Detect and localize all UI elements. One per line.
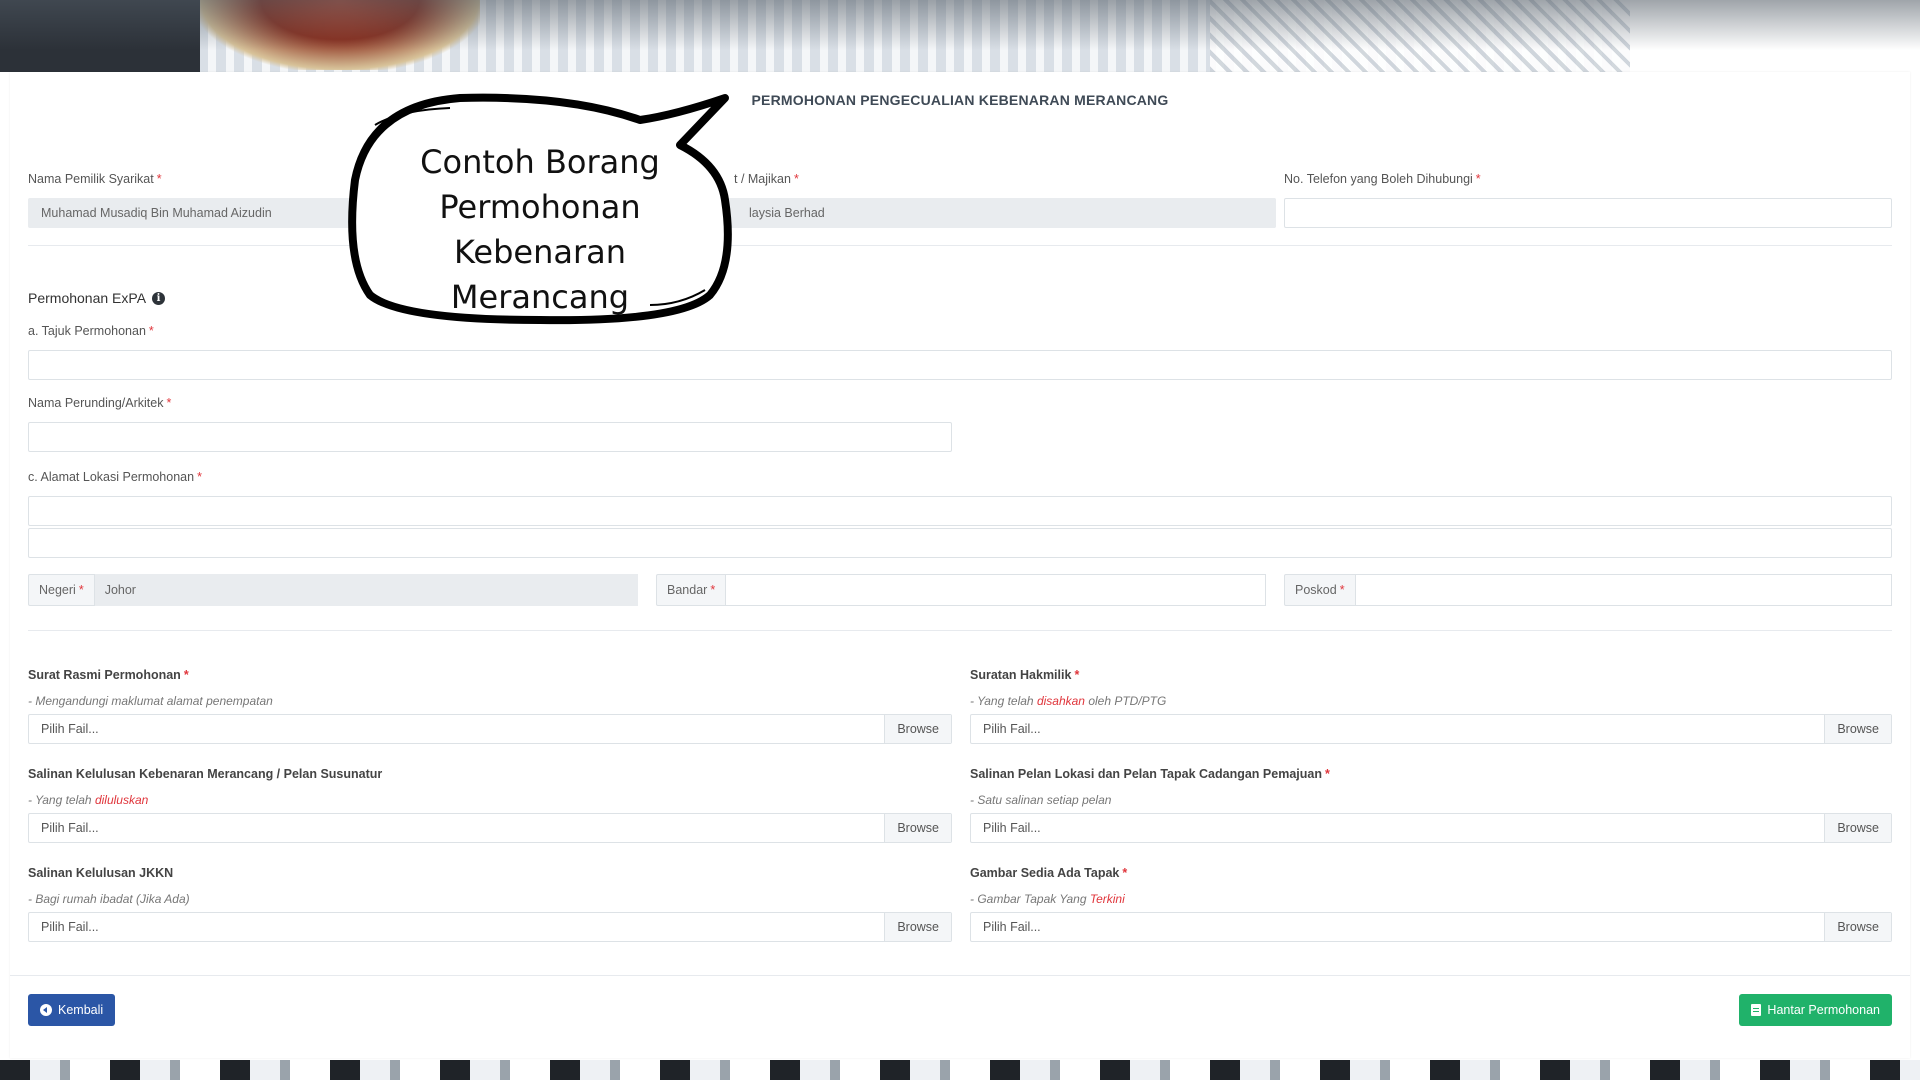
info-circle-icon[interactable]: i (152, 291, 166, 305)
state-select[interactable]: Negeri * Johor (28, 574, 638, 606)
divider (28, 630, 1892, 631)
divider (10, 975, 1910, 976)
file-placeholder: Pilih Fail... (41, 722, 99, 736)
browse-button[interactable]: Browse (1824, 715, 1891, 743)
company-field: laysia Berhad (730, 198, 1276, 228)
background-photo-bottom (0, 1060, 1920, 1080)
company-label: t / Majikan * (734, 172, 799, 186)
form-title: PERMOHONAN PENGECUALIAN KEBENARAN MERANC… (751, 92, 1169, 108)
file-placeholder: Pilih Fail... (983, 920, 1041, 934)
location-plan-file-input[interactable]: Pilih Fail... Browse (970, 813, 1892, 843)
back-button[interactable]: Kembali (28, 994, 116, 1026)
phone-input[interactable] (1284, 198, 1892, 228)
browse-button[interactable]: Browse (884, 913, 951, 941)
address-label: c. Alamat Lokasi Permohonan * (28, 470, 202, 484)
consultant-input[interactable] (28, 422, 952, 452)
state-label: Negeri * (28, 574, 95, 606)
city-group: Bandar * (656, 574, 1266, 606)
upload-hint: - Yang telah diluluskan (28, 793, 149, 807)
consultant-label: Nama Perunding/Arkitek * (28, 396, 172, 410)
address-line2-input[interactable] (28, 528, 1892, 558)
expa-heading: Permohonan ExPA i (28, 290, 166, 306)
submit-application-button[interactable]: Hantar Permohonan (1739, 994, 1892, 1026)
clipboard-check-icon (1751, 1004, 1762, 1016)
browse-button[interactable]: Browse (1824, 913, 1891, 941)
state-value: Johor (94, 574, 638, 606)
upload-hint: - Gambar Tapak Yang Terkini (970, 892, 1125, 906)
city-label: Bandar * (656, 574, 727, 606)
upload-label: Surat Rasmi Permohonan * (28, 668, 189, 682)
jkkn-approval-file-input[interactable]: Pilih Fail... Browse (28, 912, 952, 942)
owner-label: Nama Pemilik Syarikat * (28, 172, 162, 186)
file-placeholder: Pilih Fail... (983, 722, 1041, 736)
arrow-left-circle-icon (40, 1004, 52, 1016)
address-line1-input[interactable] (28, 496, 1892, 526)
application-form-card: PERMOHONAN PENGECUALIAN KEBENARAN MERANC… (10, 72, 1910, 1058)
browse-button[interactable]: Browse (884, 814, 951, 842)
postcode-group: Poskod * (1284, 574, 1892, 606)
land-title-file-input[interactable]: Pilih Fail... Browse (970, 714, 1892, 744)
upload-label: Salinan Pelan Lokasi dan Pelan Tapak Cad… (970, 767, 1330, 781)
browse-button[interactable]: Browse (1824, 814, 1891, 842)
application-title-input[interactable] (28, 350, 1892, 380)
official-letter-file-input[interactable]: Pilih Fail... Browse (28, 714, 952, 744)
city-input[interactable] (726, 574, 1266, 606)
upload-label: Gambar Sedia Ada Tapak * (970, 866, 1128, 880)
upload-hint: - Yang telah disahkan oleh PTD/PTG (970, 694, 1167, 708)
upload-label: Salinan Kelulusan JKKN (28, 866, 174, 880)
upload-hint: - Bagi rumah ibadat (Jika Ada) (28, 892, 190, 906)
speech-bubble: Contoh Borang Permohonan Kebenaran Meran… (340, 90, 740, 330)
background-photo-top (0, 0, 1920, 72)
upload-label: Salinan Kelulusan Kebenaran Merancang / … (28, 767, 383, 781)
divider (28, 245, 1892, 246)
upload-hint: - Satu salinan setiap pelan (970, 793, 1112, 807)
site-photo-file-input[interactable]: Pilih Fail... Browse (970, 912, 1892, 942)
file-placeholder: Pilih Fail... (983, 821, 1041, 835)
planning-approval-file-input[interactable]: Pilih Fail... Browse (28, 813, 952, 843)
phone-label: No. Telefon yang Boleh Dihubungi * (1284, 172, 1481, 186)
bubble-caption: Contoh Borang Permohonan Kebenaran Meran… (420, 143, 660, 316)
upload-label: Suratan Hakmilik * (970, 668, 1080, 682)
file-placeholder: Pilih Fail... (41, 920, 99, 934)
upload-hint: - Mengandungi maklumat alamat penempatan (28, 694, 273, 708)
postcode-label: Poskod * (1284, 574, 1356, 606)
browse-button[interactable]: Browse (884, 715, 951, 743)
postcode-input[interactable] (1355, 574, 1892, 606)
file-placeholder: Pilih Fail... (41, 821, 99, 835)
application-title-label: a. Tajuk Permohonan * (28, 324, 154, 338)
